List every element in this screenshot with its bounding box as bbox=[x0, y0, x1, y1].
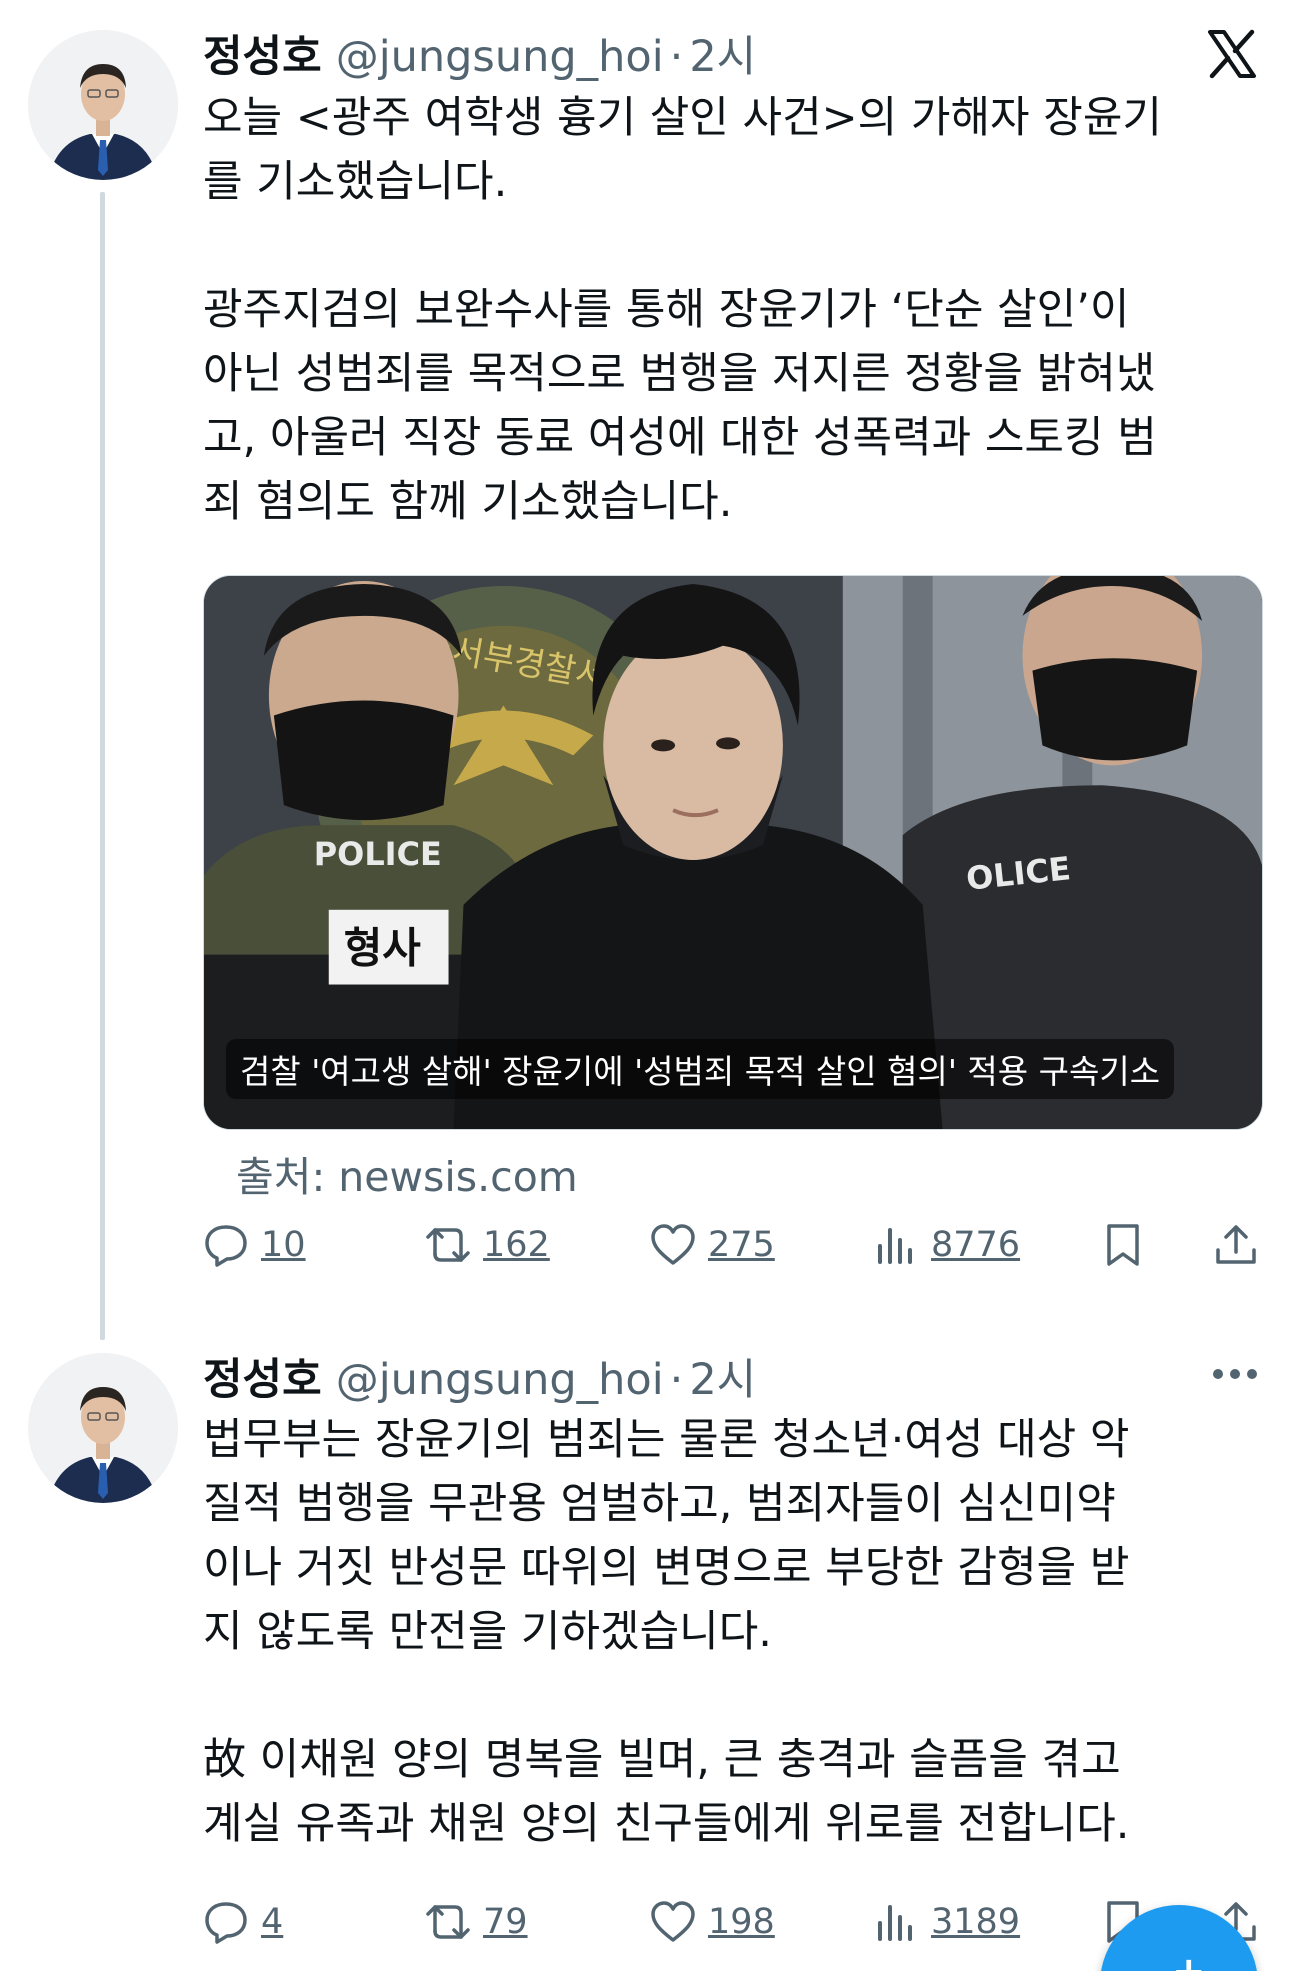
retweet-icon bbox=[426, 1905, 470, 1939]
tweet-text-line: 계실 유족과 채원 양의 친구들에게 위로를 전합니다. bbox=[203, 1799, 1130, 1849]
x-logo-icon[interactable] bbox=[1206, 28, 1258, 80]
views-button[interactable]: 8776 bbox=[873, 1215, 1020, 1275]
tweet-text-line: 법무부는 장윤기의 범죄는 물론 청소년·여성 대상 악 bbox=[203, 1415, 1130, 1465]
views-button[interactable]: 3189 bbox=[873, 1892, 1020, 1952]
author-handle[interactable]: @jungsung_hoi bbox=[336, 32, 664, 82]
tweet-text-line bbox=[203, 214, 1263, 278]
views-icon bbox=[878, 1228, 912, 1264]
tweet-text-line: 고, 아울러 직장 동료 여성에 대한 성폭력과 스토킹 범 bbox=[203, 413, 1157, 463]
views-icon bbox=[878, 1905, 912, 1941]
author-name[interactable]: 정성호 bbox=[203, 1345, 322, 1407]
avatar[interactable] bbox=[28, 30, 178, 180]
like-button[interactable]: 198 bbox=[650, 1892, 775, 1952]
news-media-card[interactable]: 주서부경찰서 POLICE 형사 OLICE 검찰 '여고생 살해' 장윤기에 … bbox=[203, 575, 1263, 1130]
views-count: 8776 bbox=[931, 1225, 1021, 1265]
header-separator: · bbox=[669, 1355, 684, 1405]
reply-button[interactable]: 4 bbox=[203, 1892, 283, 1952]
vest-text-left: POLICE bbox=[314, 835, 442, 873]
tweet-header: 정성호 @jungsung_hoi · 2시 bbox=[203, 22, 756, 82]
badge-text: 형사 bbox=[344, 924, 422, 973]
header-separator: · bbox=[669, 32, 684, 82]
share-button[interactable] bbox=[1213, 1215, 1259, 1275]
tweet-text-line: 아닌 성범죄를 목적으로 범행을 저지른 정황을 밝혀냈 bbox=[203, 349, 1156, 399]
retweet-button[interactable]: 162 bbox=[425, 1215, 550, 1275]
link-source[interactable]: 출처: newsis.com bbox=[236, 1143, 578, 1203]
share-icon bbox=[1216, 1225, 1256, 1264]
tweet-text-line: 이나 거짓 반성문 따위의 변명으로 부당한 감형을 받 bbox=[203, 1543, 1130, 1593]
like-count: 198 bbox=[708, 1902, 775, 1942]
retweet-count: 79 bbox=[483, 1902, 528, 1942]
avatar-image bbox=[28, 30, 178, 180]
avatar-image bbox=[28, 1353, 178, 1503]
tweet-text-line: 故 이채원 양의 명복을 빌며, 큰 충격과 슬픔을 겪고 bbox=[203, 1735, 1121, 1785]
plus-icon: + bbox=[1172, 1949, 1206, 1971]
bookmark-button[interactable] bbox=[1100, 1215, 1146, 1275]
tweet-text-line bbox=[203, 1664, 1263, 1728]
thread-connector-line bbox=[100, 192, 105, 1340]
tweet-text-line: 오늘 <광주 여학생 흉기 살인 사건>의 가해자 장윤기 bbox=[203, 93, 1162, 143]
reply-icon bbox=[205, 1902, 247, 1944]
retweet-icon bbox=[426, 1228, 470, 1262]
tweet-text: 오늘 <광주 여학생 흉기 살인 사건>의 가해자 장윤기 를 기소했습니다. … bbox=[203, 86, 1263, 534]
tweet-text-line: 를 기소했습니다. bbox=[203, 157, 508, 207]
tweet-header: 정성호 @jungsung_hoi · 2시 bbox=[203, 1345, 756, 1405]
tweet-text-line: 광주지검의 보완수사를 통해 장윤기가 ‘단순 살인’이 bbox=[203, 285, 1130, 335]
media-caption: 검찰 '여고생 살해' 장윤기에 '성범죄 목적 살인 혐의' 적용 구속기소 bbox=[226, 1039, 1175, 1099]
reply-count: 10 bbox=[261, 1225, 306, 1265]
heart-icon bbox=[651, 1901, 695, 1942]
tweet-actions: 10 162 275 8776 bbox=[203, 1215, 1273, 1275]
tweet-time[interactable]: 2시 bbox=[689, 1345, 756, 1407]
more-icon[interactable] bbox=[1210, 1362, 1260, 1386]
bookmark-icon bbox=[1107, 1224, 1139, 1266]
reply-count: 4 bbox=[261, 1902, 284, 1942]
retweet-count: 162 bbox=[483, 1225, 550, 1265]
like-count: 275 bbox=[708, 1225, 775, 1265]
avatar[interactable] bbox=[28, 1353, 178, 1503]
tweet-text-line: 죄 혐의도 함께 기소했습니다. bbox=[203, 477, 733, 527]
like-button[interactable]: 275 bbox=[650, 1215, 775, 1275]
reply-button[interactable]: 10 bbox=[203, 1215, 306, 1275]
views-count: 3189 bbox=[931, 1902, 1021, 1942]
author-handle[interactable]: @jungsung_hoi bbox=[336, 1355, 664, 1405]
tweet-time[interactable]: 2시 bbox=[689, 22, 756, 84]
tweet-text: 법무부는 장윤기의 범죄는 물론 청소년·여성 대상 악 질적 범행을 무관용 … bbox=[203, 1408, 1263, 1856]
retweet-button[interactable]: 79 bbox=[425, 1892, 528, 1952]
reply-icon bbox=[205, 1225, 247, 1267]
tweet-text-line: 지 않도록 만전을 기하겠습니다. bbox=[203, 1607, 772, 1657]
heart-icon bbox=[651, 1224, 695, 1265]
tweet-text-line: 질적 범행을 무관용 엄벌하고, 범죄자들이 심신미약 bbox=[203, 1479, 1116, 1529]
author-name[interactable]: 정성호 bbox=[203, 22, 322, 84]
